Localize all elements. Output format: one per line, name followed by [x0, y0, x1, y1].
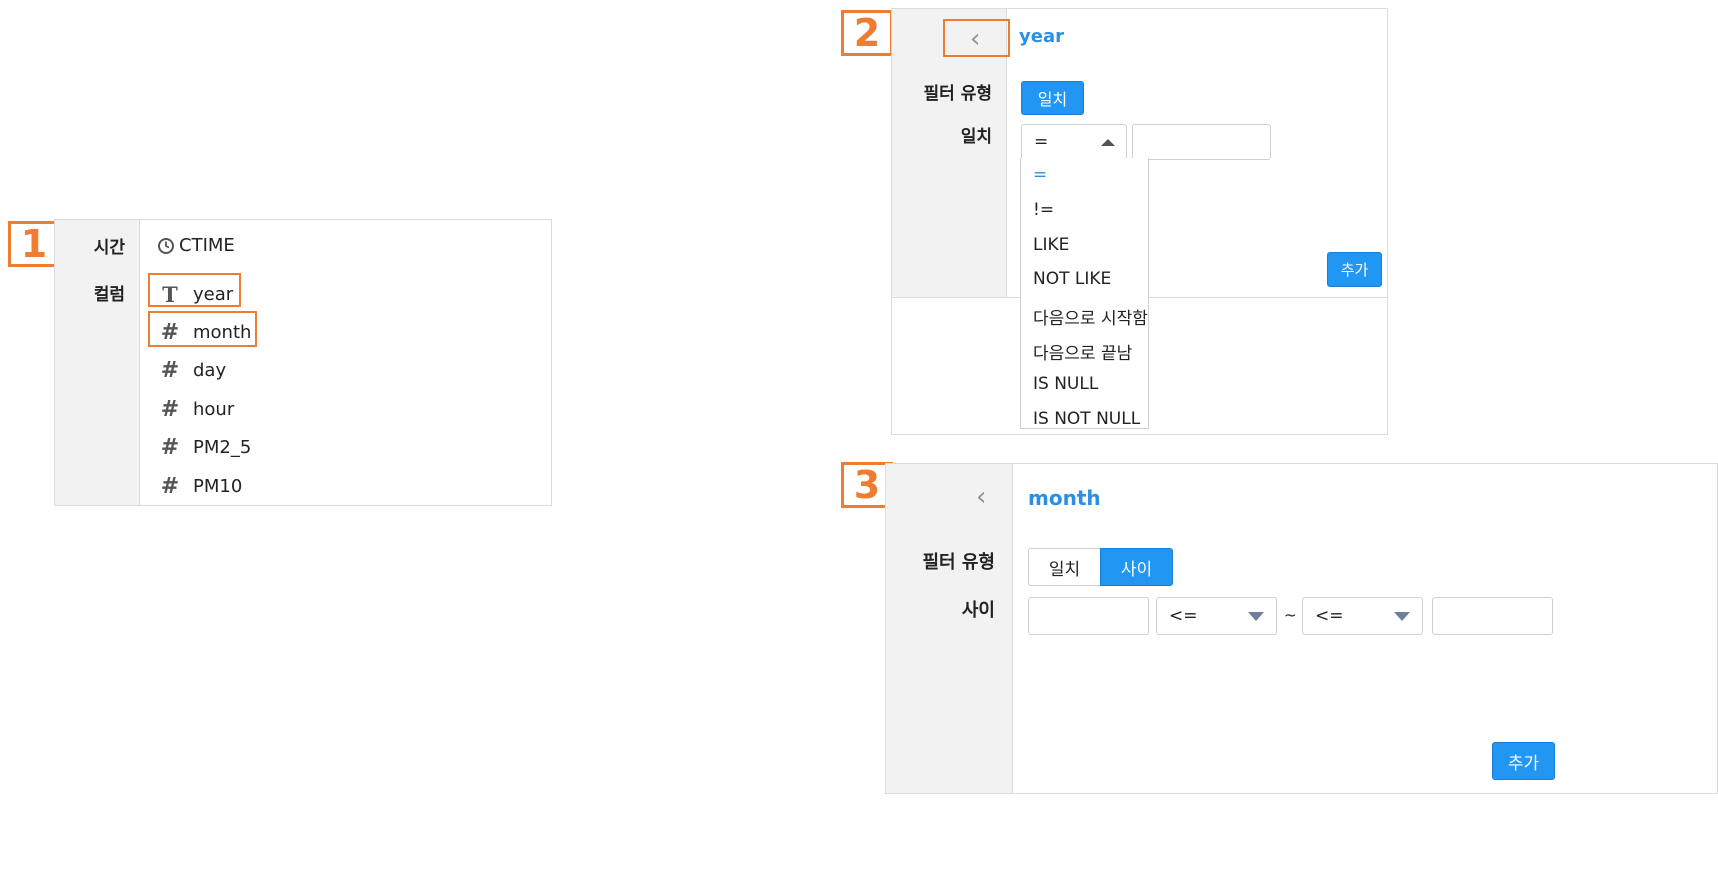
operator-option[interactable]: IS NULL: [1033, 374, 1098, 394]
time-label: 시간: [93, 238, 125, 258]
column-item-pm2-5[interactable]: # PM2_5: [159, 435, 252, 460]
operator-option[interactable]: IS NOT NULL: [1033, 409, 1140, 428]
label-column: [886, 464, 1013, 793]
right-operator-value: <=: [1315, 606, 1344, 626]
back-chevron-icon[interactable]: ‹: [976, 484, 986, 510]
highlight-back-button: [943, 19, 1010, 57]
operator-option[interactable]: !=: [1033, 200, 1054, 220]
operator-option[interactable]: NOT LIKE: [1033, 269, 1111, 289]
operator-select[interactable]: =: [1021, 124, 1127, 160]
caret-up-icon: [1101, 139, 1115, 146]
add-button[interactable]: 추가: [1327, 252, 1382, 287]
left-operator-value: <=: [1169, 606, 1198, 626]
label-column: [55, 220, 140, 505]
column-item-pm10[interactable]: # PM10: [159, 474, 243, 499]
step-badge-2: 2: [841, 10, 893, 56]
operator-option[interactable]: =: [1033, 165, 1047, 185]
hash-icon: #: [160, 358, 180, 383]
time-column-item[interactable]: CTIME: [157, 235, 235, 256]
column-name: PM10: [193, 476, 243, 497]
month-filter-panel: ‹ month 필터 유형 일치 사이 사이 <= ~ <= 추가: [885, 463, 1718, 794]
between-max-input[interactable]: [1432, 597, 1553, 635]
range-tilde: ~: [1284, 606, 1297, 624]
hash-icon: #: [160, 397, 180, 422]
operator-option[interactable]: LIKE: [1033, 235, 1069, 255]
column-item-hour[interactable]: # hour: [159, 397, 234, 422]
filter-type-between-button[interactable]: 사이: [1100, 548, 1173, 586]
caret-down-icon: [1394, 612, 1410, 621]
operator-option[interactable]: 다음으로 끝남: [1033, 339, 1132, 364]
time-column-name: CTIME: [179, 235, 235, 256]
between-min-input[interactable]: [1028, 597, 1149, 635]
step-badge-1: 1: [8, 221, 60, 267]
filter-type-match-button[interactable]: 일치: [1021, 81, 1084, 115]
match-value-input[interactable]: [1132, 124, 1271, 160]
match-label: 일치: [960, 127, 992, 147]
clock-icon: [157, 237, 175, 255]
filter-type-label: 필터 유형: [923, 84, 992, 104]
highlight-month: [148, 311, 257, 347]
left-operator-select[interactable]: <=: [1156, 597, 1277, 635]
column-label: 컬럼: [93, 285, 125, 305]
caret-down-icon: [1248, 612, 1264, 621]
column-name: day: [193, 360, 227, 381]
highlight-year: [148, 273, 241, 307]
operator-option[interactable]: 다음으로 시작함: [1033, 304, 1148, 329]
column-name: hour: [193, 399, 235, 420]
operator-dropdown: = != LIKE NOT LIKE 다음으로 시작함 다음으로 끝남 IS N…: [1020, 158, 1149, 429]
field-title: month: [1028, 486, 1101, 510]
column-name: PM2_5: [193, 437, 252, 458]
hash-icon: #: [160, 474, 180, 499]
column-list-panel: 시간 컬럼 CTIME T year # month # day # hour …: [54, 219, 552, 506]
between-label: 사이: [961, 600, 995, 621]
field-title: year: [1019, 26, 1064, 47]
column-item-day[interactable]: # day: [159, 358, 226, 383]
add-button[interactable]: 추가: [1492, 742, 1555, 780]
hash-icon: #: [160, 435, 180, 460]
right-operator-select[interactable]: <=: [1302, 597, 1423, 635]
operator-value: =: [1034, 132, 1049, 152]
filter-type-match-button[interactable]: 일치: [1028, 548, 1101, 586]
filter-type-label: 필터 유형: [922, 552, 995, 573]
